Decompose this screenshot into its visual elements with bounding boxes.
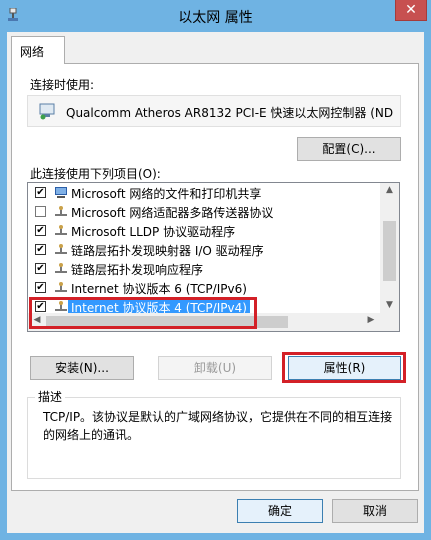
tab-network[interactable]: 网络 bbox=[11, 36, 65, 64]
item-checkbox[interactable]: ✔ bbox=[35, 244, 46, 255]
item-checkbox[interactable] bbox=[35, 206, 46, 217]
ok-button[interactable]: 确定 bbox=[237, 499, 323, 523]
scrollbar-corner bbox=[380, 313, 399, 331]
close-button[interactable]: ✕ bbox=[395, 0, 427, 21]
scroll-up-icon[interactable]: ▲ bbox=[380, 185, 399, 195]
item-label: Microsoft LLDP 协议驱动程序 bbox=[71, 225, 236, 239]
properties-window: 以太网 属性 ✕ 网络 连接时使用: Qualcomm Atheros AR81… bbox=[0, 0, 431, 540]
install-button-label: 安装(N)... bbox=[55, 361, 109, 375]
adapter-name-box: Qualcomm Atheros AR8132 PCI-E 快速以太网控制器 (… bbox=[27, 95, 401, 127]
cancel-button[interactable]: 取消 bbox=[332, 499, 418, 523]
window-title: 以太网 属性 bbox=[178, 10, 253, 26]
item-checkbox[interactable]: ✔ bbox=[35, 263, 46, 274]
scroll-down-icon[interactable]: ▼ bbox=[380, 300, 399, 310]
item-label: Microsoft 网络适配器多路传送器协议 bbox=[71, 206, 274, 220]
item-checkbox[interactable]: ✔ bbox=[35, 225, 46, 236]
list-item[interactable]: ✔ Microsoft 网络的文件和打印机共享 bbox=[28, 183, 380, 202]
list-item[interactable]: ✔ 链路层拓扑发现响应程序 bbox=[28, 259, 380, 278]
item-checkbox[interactable]: ✔ bbox=[35, 282, 46, 293]
tab-label: 网络 bbox=[20, 45, 45, 59]
item-checkbox[interactable]: ✔ bbox=[35, 187, 46, 198]
connect-using-label: 连接时使用: bbox=[30, 78, 95, 92]
cancel-button-label: 取消 bbox=[362, 504, 387, 518]
configure-button[interactable]: 配置(C)... bbox=[297, 137, 401, 161]
protocol-icon bbox=[55, 244, 67, 254]
vertical-scrollbar[interactable]: ▲ ▼ bbox=[380, 183, 399, 313]
protocol-icon bbox=[55, 225, 67, 235]
description-text: TCP/IP。该协议是默认的广域网络协议，它提供在不同的相互连接的网络上的通讯。 bbox=[43, 410, 393, 442]
item-label: Internet 协议版本 6 (TCP/IPv6) bbox=[71, 282, 247, 296]
install-button[interactable]: 安装(N)... bbox=[30, 356, 134, 380]
list-item[interactable]: Microsoft 网络适配器多路传送器协议 bbox=[28, 202, 380, 221]
network-adapter-icon bbox=[39, 103, 55, 120]
description-title: 描述 bbox=[35, 388, 66, 405]
items-label: 此连接使用下列项目(O): bbox=[30, 167, 161, 181]
list-item[interactable]: ✔ Microsoft LLDP 协议驱动程序 bbox=[28, 221, 380, 240]
highlight-box-properties bbox=[282, 352, 406, 383]
ok-button-label: 确定 bbox=[267, 504, 292, 518]
protocol-icon bbox=[55, 282, 67, 292]
dialog-client: 网络 连接时使用: Qualcomm Atheros AR8132 PCI-E … bbox=[7, 32, 424, 533]
adapter-name: Qualcomm Atheros AR8132 PCI-E 快速以太网控制器 (… bbox=[66, 106, 394, 120]
configure-button-label: 配置(C)... bbox=[322, 142, 376, 156]
vertical-scroll-thumb[interactable] bbox=[383, 221, 396, 281]
protocol-icon bbox=[55, 263, 67, 273]
item-label: Microsoft 网络的文件和打印机共享 bbox=[71, 187, 262, 201]
item-label: 链路层拓扑发现映射器 I/O 驱动程序 bbox=[71, 244, 264, 258]
network-share-icon bbox=[55, 187, 67, 198]
item-label: 链路层拓扑发现响应程序 bbox=[71, 263, 204, 277]
highlight-box-ipv4 bbox=[29, 297, 257, 329]
list-item[interactable]: ✔ Internet 协议版本 6 (TCP/IPv6) bbox=[28, 278, 380, 297]
uninstall-button[interactable]: 卸载(U) bbox=[158, 356, 272, 380]
uninstall-button-label: 卸载(U) bbox=[193, 361, 237, 375]
scroll-right-icon[interactable]: ▶ bbox=[362, 315, 380, 325]
list-item[interactable]: ✔ 链路层拓扑发现映射器 I/O 驱动程序 bbox=[28, 240, 380, 259]
title-bar[interactable]: 以太网 属性 ✕ bbox=[0, 0, 431, 32]
protocol-icon bbox=[55, 206, 67, 216]
